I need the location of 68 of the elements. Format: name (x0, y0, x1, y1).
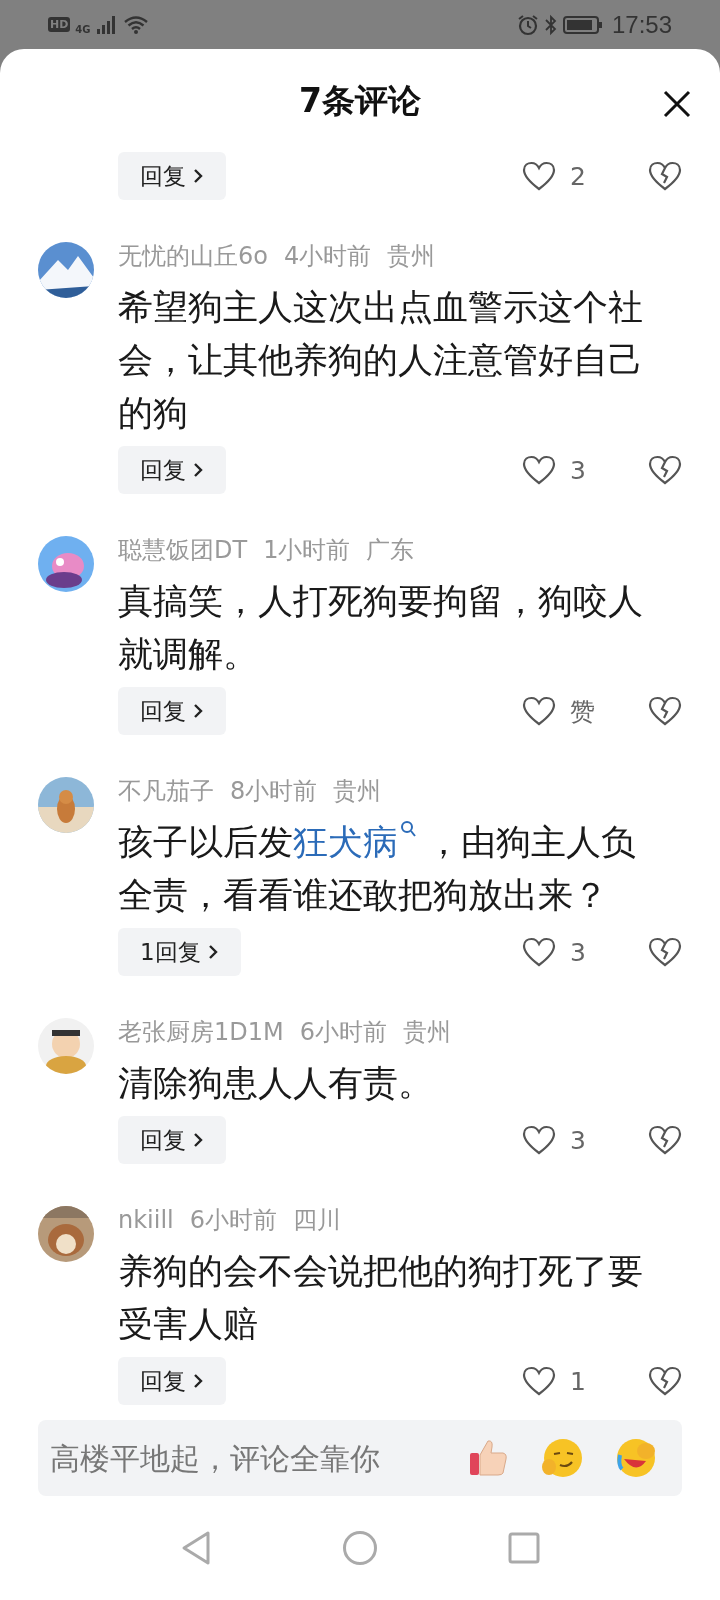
chevron-icon (192, 167, 204, 185)
laughing-face-icon[interactable] (614, 1437, 658, 1479)
broken-heart-icon[interactable] (648, 161, 682, 191)
like-button[interactable]: 1 (522, 1366, 608, 1396)
like-button[interactable]: 3 (522, 937, 608, 967)
network-type: 4G (75, 24, 91, 35)
comment-text: 清除狗患人人有责。 (118, 1062, 434, 1105)
like-button[interactable]: 3 (522, 1125, 608, 1155)
like-count: 3 (570, 1125, 586, 1155)
status-time: 17:53 (611, 10, 672, 39)
sheet-title: 7条评论 (299, 80, 421, 122)
wifi-icon (122, 14, 149, 35)
like-count: 赞 (570, 695, 595, 728)
location: 贵州 (333, 776, 382, 807)
location: 贵州 (387, 241, 436, 272)
chevron-icon (192, 1131, 204, 1149)
location: 贵州 (403, 1017, 451, 1048)
like-button[interactable]: 3 (522, 455, 608, 485)
heart-icon (522, 937, 556, 967)
comment-field[interactable]: 高楼平地起，评论全靠你 (38, 1420, 682, 1496)
thumbs-up-icon[interactable] (468, 1437, 510, 1479)
like-count: 2 (570, 161, 586, 191)
like-count: 3 (570, 455, 586, 485)
broken-heart-icon[interactable] (648, 1125, 682, 1155)
comment-text: 真搞笑，人打死狗要拘留，狗咬人就调解。 (118, 580, 644, 676)
search-icon (400, 820, 416, 838)
like-count: 1 (570, 1366, 586, 1396)
alarm-icon (516, 13, 539, 36)
location: 广东 (366, 535, 415, 566)
comment-text: 养狗的会不会说把他的狗打死了要受害人赔 (118, 1250, 644, 1346)
broken-heart-icon[interactable] (648, 455, 682, 485)
broken-heart-icon[interactable] (648, 696, 682, 726)
broken-heart-icon[interactable] (648, 1366, 682, 1396)
heart-icon (522, 455, 556, 485)
post-time: 4小时前 (283, 241, 372, 272)
smirking-face-icon[interactable] (540, 1437, 584, 1479)
reply-button[interactable]: 1回复 (118, 928, 241, 976)
like-button[interactable]: 赞 (522, 694, 608, 728)
comment-text: 孩子以后发狂犬病 ，由狗主人负全责，看看谁还敢把狗放出来？ (118, 819, 637, 917)
heart-icon (522, 696, 556, 726)
post-time: 8小时前 (230, 776, 318, 807)
reply-button[interactable]: 回复 (118, 1116, 226, 1164)
reply-button[interactable]: 回复 (118, 687, 226, 735)
comment-text: 希望狗主人这次出点血警示这个社会，让其他养狗的人注意管好自己的狗 (118, 286, 644, 435)
broken-heart-icon[interactable] (648, 937, 682, 967)
comment-input[interactable]: 高楼平地起，评论全靠你 (48, 1439, 438, 1477)
chevron-icon (192, 702, 204, 720)
chevron-icon (192, 1372, 204, 1390)
post-time: 1小时前 (263, 535, 351, 566)
heart-icon (522, 161, 556, 191)
reply-button[interactable]: 回复 (118, 1357, 226, 1405)
post-time: 6小时前 (189, 1205, 278, 1236)
heart-icon (522, 1366, 556, 1396)
reply-button[interactable]: 回复 (118, 152, 226, 200)
search-link[interactable]: 狂犬病 (293, 822, 426, 862)
signal-icon (95, 14, 118, 35)
chevron-icon (192, 461, 204, 479)
hd-badge: HD (48, 17, 71, 32)
post-time: 6小时前 (299, 1017, 387, 1048)
heart-icon (522, 1125, 556, 1155)
bluetooth-icon (543, 13, 558, 36)
like-count: 3 (570, 937, 586, 967)
reply-button[interactable]: 回复 (118, 446, 226, 494)
like-button[interactable]: 2 (522, 161, 608, 191)
battery-icon (562, 14, 603, 35)
close-icon (662, 89, 692, 119)
chevron-icon (206, 943, 219, 961)
location: 四川 (293, 1205, 342, 1236)
